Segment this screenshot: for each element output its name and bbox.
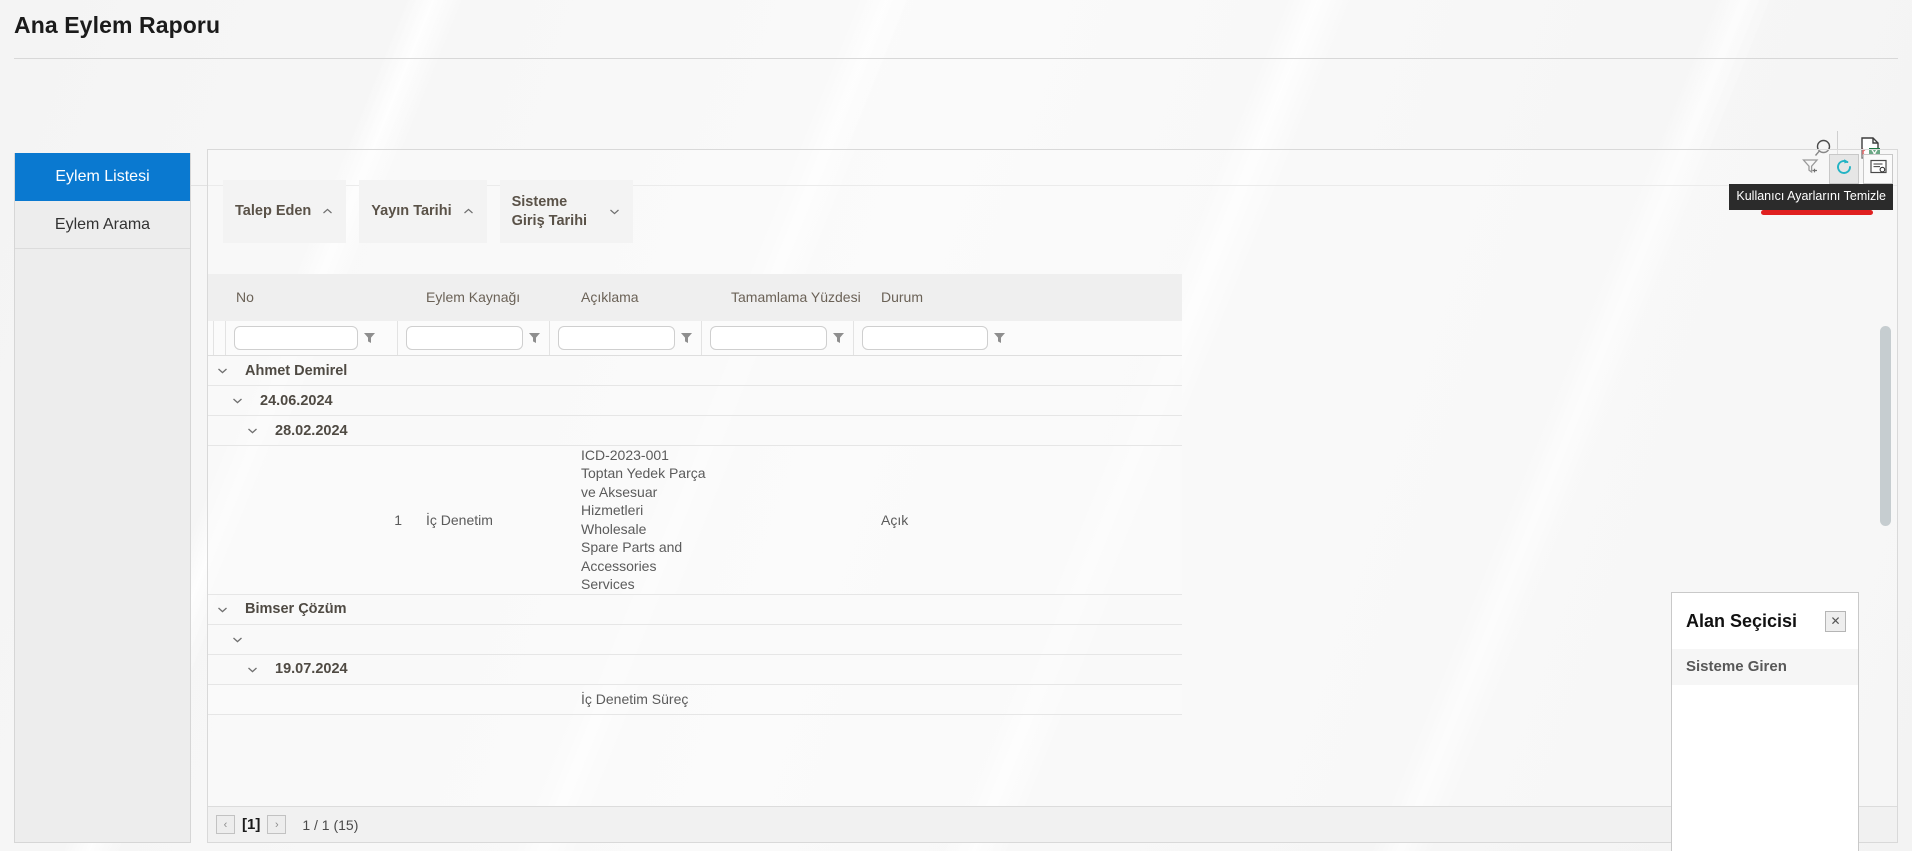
scrollbar-thumb[interactable] [1880,326,1891,526]
filter-indent-2 [214,321,226,355]
reset-user-settings-button[interactable] [1829,154,1859,184]
group-row-level0[interactable]: Ahmet Demirel [208,356,1182,386]
field-chooser-title: Alan Seçicisi [1686,610,1798,631]
field-chooser-body[interactable] [1672,685,1858,851]
chevron-down-icon[interactable] [246,424,259,437]
pagination-info: 1 / 1 (15) [302,816,359,833]
group-row-label: Ahmet Demirel [245,362,348,379]
filter-clear-icon [1801,157,1820,181]
group-chip-yayin-tarihi[interactable]: Yayın Tarihi [359,180,487,243]
sidebar-item-label: Eylem Arama [54,216,151,233]
page-header: Ana Eylem Raporu [0,0,1912,59]
app-root: Ana Eylem Raporu X [0,0,1912,851]
chevron-up-icon [321,205,334,218]
group-row-label: 24.06.2024 [260,392,333,409]
group-row-level2[interactable]: 19.07.2024 [208,654,1182,685]
grid-filter-row [208,321,1182,356]
funnel-icon[interactable] [832,331,845,346]
table-row-partial[interactable]: İç Denetim Süreç [208,684,1182,715]
next-page-button[interactable]: › [267,815,287,834]
close-icon[interactable]: ✕ [1825,610,1846,632]
filter-input-eylem-kaynagi[interactable] [406,326,523,350]
group-row-label: 19.07.2024 [275,661,348,678]
filter-cell-aciklama [550,321,702,355]
funnel-icon[interactable] [528,331,541,346]
filter-input-aciklama[interactable] [558,326,675,350]
filter-input-no[interactable] [234,326,358,350]
filter-cell-durum [854,321,1016,355]
row-indent-spacer [208,685,226,714]
field-chooser-item-sisteme-giren[interactable]: Sisteme Giren [1672,649,1858,685]
column-settings-icon [1869,157,1888,181]
column-header-label: No [236,289,254,306]
group-panel: Talep Eden Yayın Tarihi Sisteme Giriş Ta… [208,180,1897,265]
column-header-label: Durum [881,289,924,306]
group-row-level1-empty[interactable] [208,624,1182,655]
page-title: Ana Eylem Raporu [14,12,221,38]
filter-cell-no [226,321,398,355]
column-header-aciklama[interactable]: Açıklama [571,274,721,321]
column-header-durum[interactable]: Durum [871,274,1021,321]
grid-pagination: ‹ [1] › 1 / 1 (15) [208,806,1897,842]
filter-cell-eylem-kaynagi [398,321,550,355]
top-toolbar: X [0,59,1912,186]
sidebar-item-eylem-listesi[interactable]: Eylem Listesi [15,153,190,201]
toolbar-tooltip: Kullanıcı Ayarlarını Temizle [1729,184,1893,210]
chevron-down-icon[interactable] [246,663,259,676]
filter-cell-tamamlama-yuzdesi [702,321,854,355]
chevron-down-icon [608,205,621,218]
filter-input-durum[interactable] [862,326,988,350]
group-chip-label: Sisteme Giriş Tarihi [511,194,588,229]
group-chip-label: Yayın Tarihi [371,203,452,220]
funnel-icon[interactable] [993,331,1006,346]
group-chip-sisteme-giris-tarihi[interactable]: Sisteme Giriş Tarihi [499,180,633,243]
column-header-label: Açıklama [581,289,639,306]
cell-eylem-kaynagi: İç Denetim [426,511,493,528]
chevron-down-icon[interactable] [231,394,244,407]
field-chooser-panel: Alan Seçicisi ✕ Sisteme Giren [1671,592,1859,851]
refresh-reset-icon [1834,157,1854,182]
cell-durum: Açık [881,511,909,528]
grid-toolbar [1795,154,1893,184]
cell-no: 1 [394,511,402,528]
grid-rows: Ahmet Demirel 24.06.2024 28.02.2024 1 İç… [208,356,1182,715]
cell-aciklama: ICD-2023-001 Toptan Yedek Parça ve Akses… [581,447,706,593]
field-chooser-header: Alan Seçicisi ✕ [1672,593,1858,649]
table-row[interactable]: 1 İç Denetim ICD-2023-001 Toptan Yedek P… [208,446,1182,595]
group-row-label: 28.02.2024 [275,422,348,439]
grid-column-headers: No Eylem Kaynağı Açıklama Tamamlama Yüzd… [208,274,1182,321]
chevron-up-icon [462,205,475,218]
header-indent-spacer [208,274,226,321]
group-row-level1[interactable]: 24.06.2024 [208,386,1182,416]
chevron-down-icon[interactable] [216,603,229,616]
group-row-label: Bimser Çözüm [245,601,347,618]
sidebar-item-eylem-arama[interactable]: Eylem Arama [15,201,190,249]
cell-aciklama: İç Denetim Süreç [581,691,689,708]
group-row-level2[interactable]: 28.02.2024 [208,416,1182,446]
funnel-icon[interactable] [680,331,693,346]
sidebar: Eylem Listesi Eylem Arama [14,153,191,843]
page-number-1[interactable]: [1] [242,816,260,833]
column-header-label: Tamamlama Yüzdesi [731,289,861,306]
chevron-down-icon[interactable] [231,633,244,646]
group-chip-talep-eden[interactable]: Talep Eden [223,180,347,243]
column-header-no[interactable]: No [226,274,416,321]
prev-page-button[interactable]: ‹ [216,815,235,834]
grid-panel: Kullanıcı Ayarlarını Temizle Talep Eden … [207,149,1898,843]
chevron-down-icon[interactable] [216,364,229,377]
group-chip-label: Talep Eden [235,203,312,220]
column-chooser-button[interactable] [1863,154,1893,184]
annotation-underline [1761,210,1873,215]
grid-vertical-scrollbar[interactable] [1880,326,1891,811]
column-header-label: Eylem Kaynağı [426,289,521,306]
sidebar-item-label: Eylem Listesi [55,168,150,185]
column-header-tamamlama-yuzdesi[interactable]: Tamamlama Yüzdesi [721,274,871,321]
column-header-eylem-kaynagi[interactable]: Eylem Kaynağı [416,274,571,321]
clear-filter-button[interactable] [1795,154,1825,184]
group-row-level0[interactable]: Bimser Çözüm [208,594,1182,625]
filter-input-tamamlama-yuzdesi[interactable] [710,326,827,350]
funnel-icon[interactable] [363,331,376,346]
